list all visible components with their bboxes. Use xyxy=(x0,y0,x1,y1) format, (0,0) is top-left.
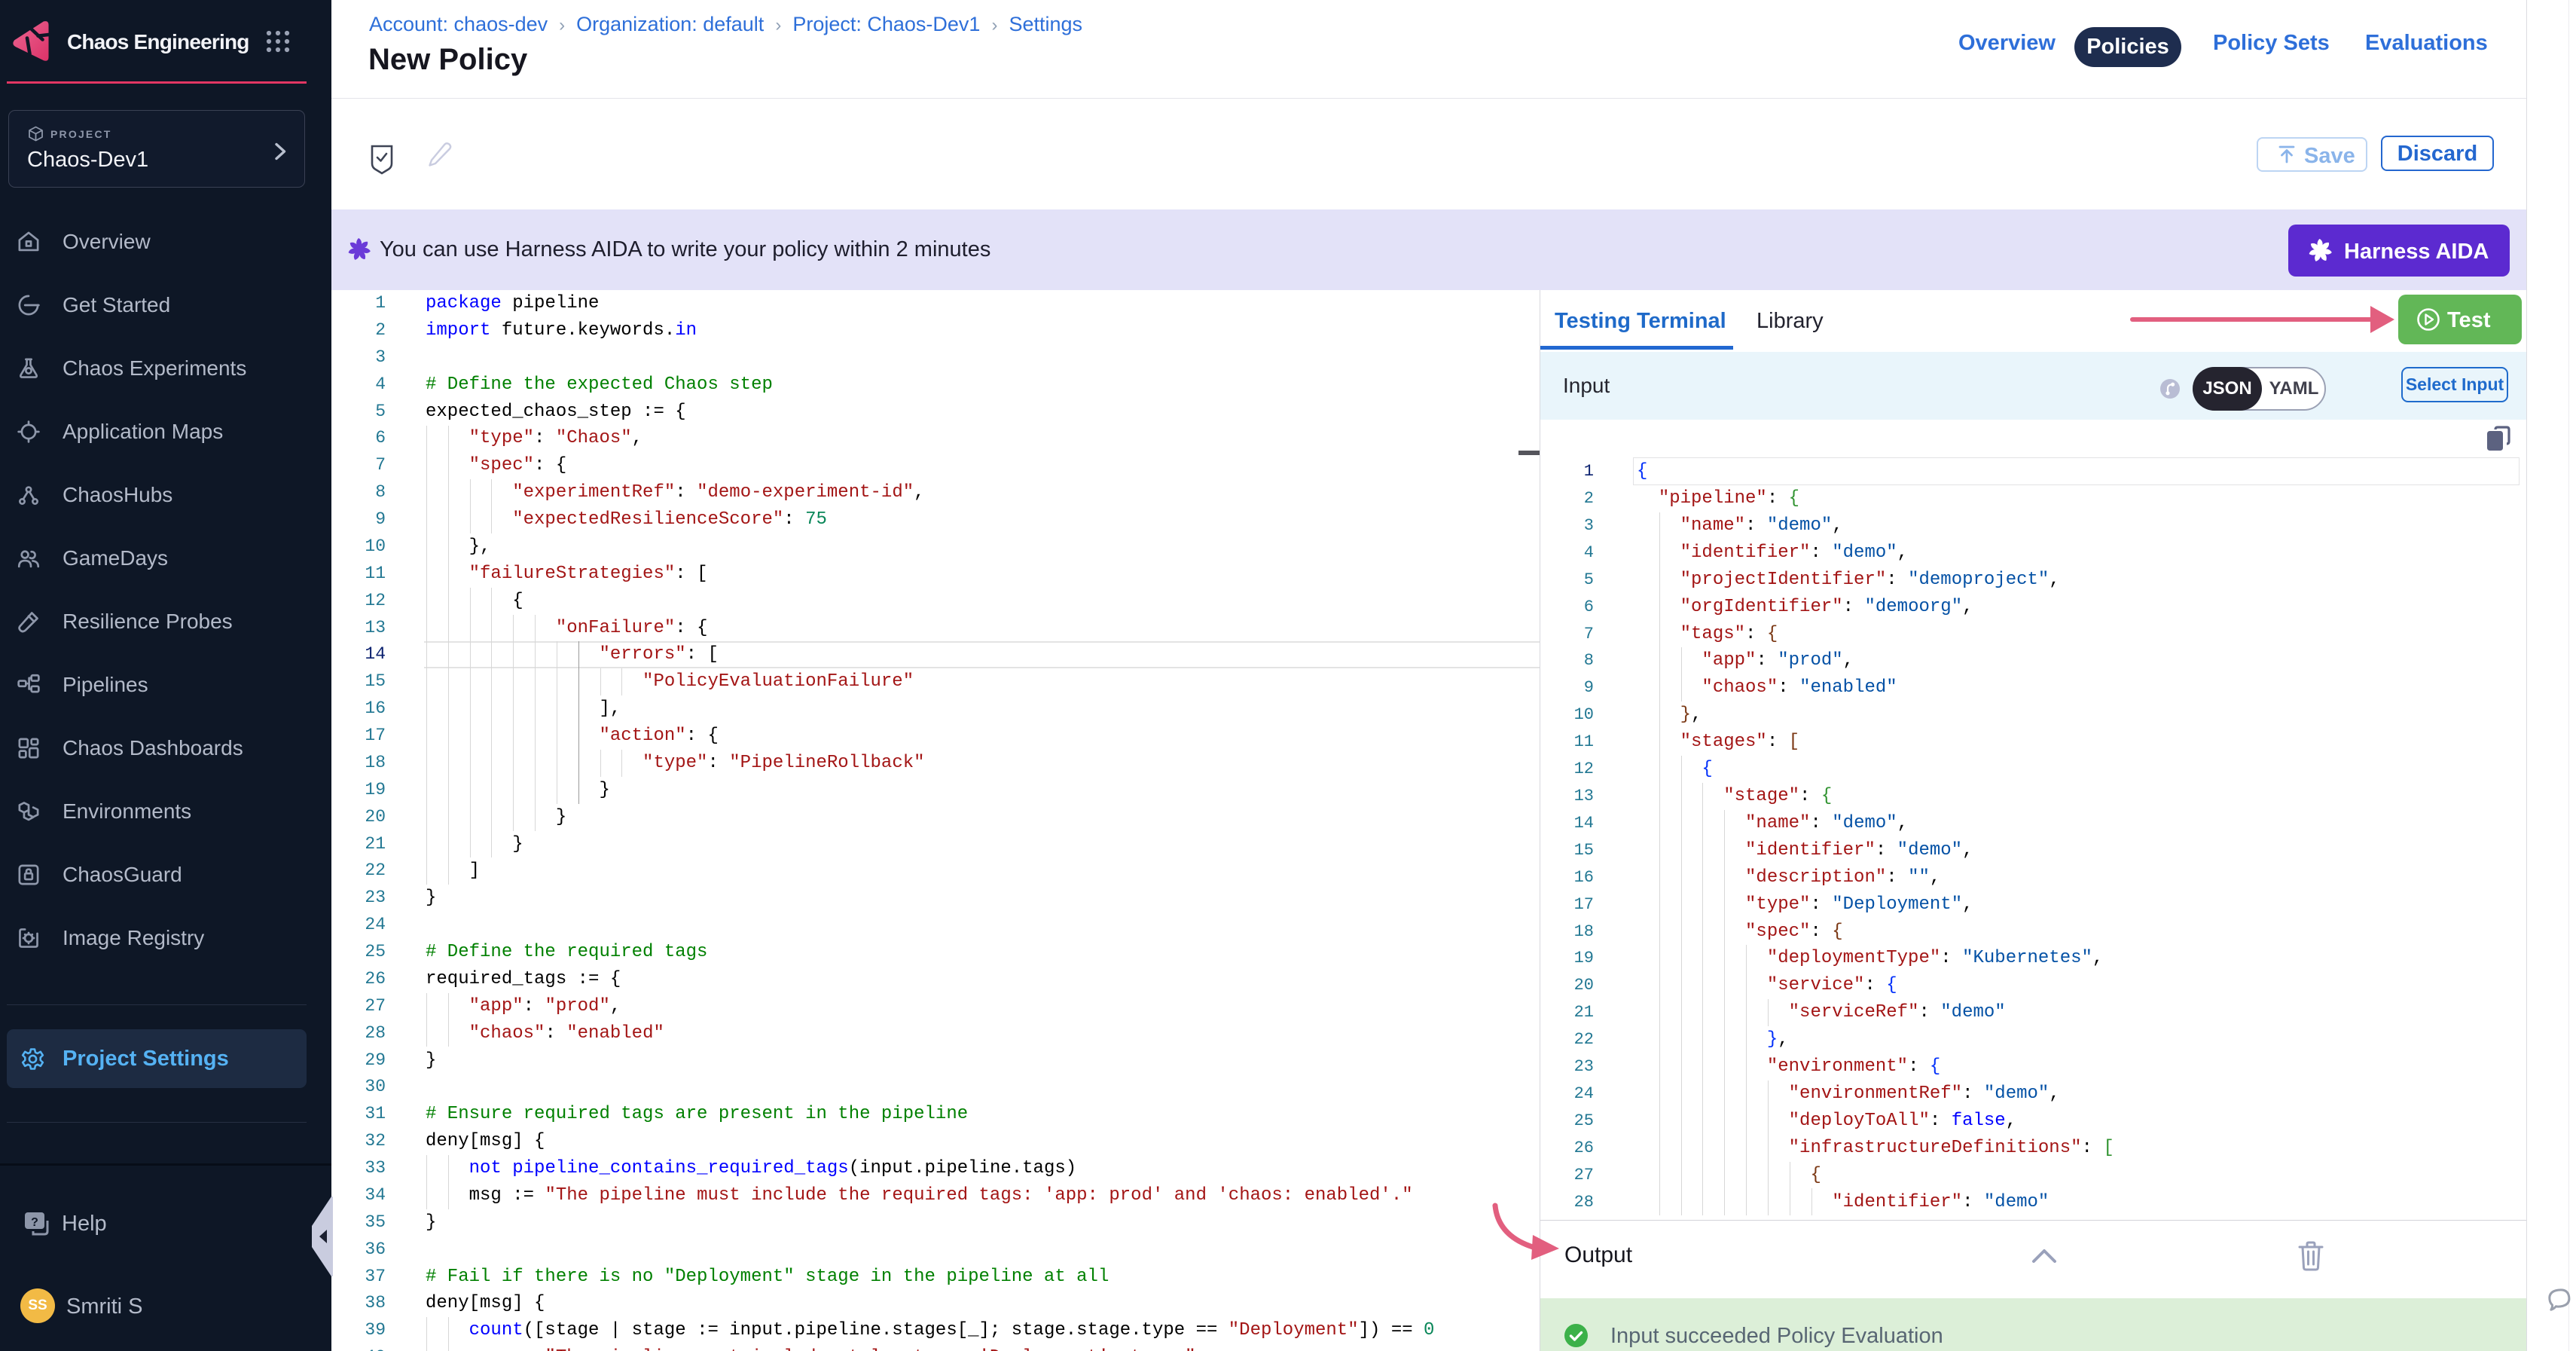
svg-text:?: ? xyxy=(31,1216,38,1229)
